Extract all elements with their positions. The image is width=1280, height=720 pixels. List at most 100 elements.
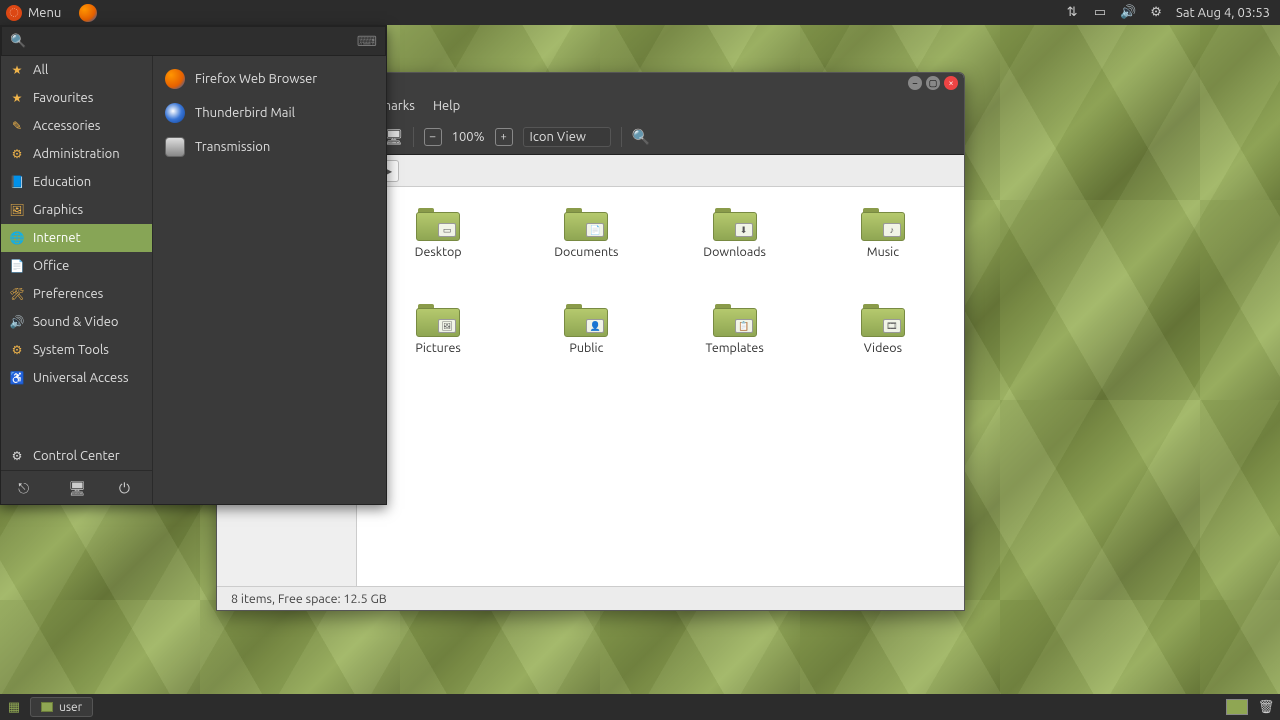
menu-help[interactable]: Help <box>433 99 460 113</box>
folder-badge-icon: 📄 <box>586 223 604 237</box>
folder-badge-icon: 🖼 <box>438 319 456 333</box>
folder-icon: 📋 <box>713 301 757 337</box>
folder-mini-icon <box>41 702 53 712</box>
category-item-education[interactable]: 📘Education <box>1 168 152 196</box>
app-item-firefox-web-browser[interactable]: Firefox Web Browser <box>153 62 386 96</box>
folder-icon: ♪ <box>861 205 905 241</box>
category-icon: 🌐 <box>9 230 25 246</box>
volume-icon[interactable]: 🔊 <box>1120 5 1136 21</box>
top-panel: ◌ Menu ⇅ ▭ 🔊 ⚙ Sat Aug 4, 03:53 <box>0 0 1280 25</box>
application-list: Firefox Web Browser Thunderbird Mail Trans… <box>153 56 386 504</box>
zoom-in-icon[interactable]: + <box>495 128 513 146</box>
network-icon[interactable]: ⇅ <box>1064 5 1080 21</box>
folder-label: Documents <box>554 245 618 259</box>
category-item-administration[interactable]: ⚙Administration <box>1 140 152 168</box>
category-item-sound-video[interactable]: 🔊 Sound & Video <box>1 308 152 336</box>
trash-icon[interactable]: 🗑 <box>1258 699 1274 715</box>
keyboard-icon[interactable]: ⌨ <box>357 33 377 50</box>
category-label: System Tools <box>33 343 109 357</box>
category-item-system-tools[interactable]: ⚙ System Tools <box>1 336 152 364</box>
category-item-graphics[interactable]: 🖼 Graphics <box>1 196 152 224</box>
folder-label: Public <box>569 341 603 355</box>
category-label: Graphics <box>33 203 83 217</box>
folder-label: Pictures <box>415 341 460 355</box>
folder-documents[interactable]: 📄 Documents <box>515 205 657 295</box>
folder-icon: ▭ <box>416 205 460 241</box>
app-label: Thunderbird Mail <box>195 106 295 120</box>
folder-downloads[interactable]: ⬇ Downloads <box>664 205 806 295</box>
category-item-universal-access[interactable]: ♿ Universal Access <box>1 364 152 392</box>
firefox-launcher-icon[interactable] <box>79 4 97 22</box>
folder-label: Videos <box>864 341 902 355</box>
workspace-switcher-icon[interactable] <box>1226 699 1248 715</box>
folder-icon: ⬇ <box>713 205 757 241</box>
folder-desktop[interactable]: ▭ Desktop <box>367 205 509 295</box>
category-item-internet[interactable]: 🌐Internet <box>1 224 152 252</box>
battery-icon[interactable]: ▭ <box>1092 5 1108 21</box>
folder-pictures[interactable]: 🖼 Pictures <box>367 301 509 391</box>
zoom-level-label: 100% <box>452 130 485 144</box>
category-label: Office <box>33 259 69 273</box>
transmission-icon <box>165 137 185 157</box>
control-center-icon: ⚙ <box>9 448 25 464</box>
folder-videos[interactable]: 🎞 Videos <box>812 301 954 391</box>
zoom-out-icon[interactable]: – <box>424 128 442 146</box>
app-label: Transmission <box>195 140 270 154</box>
category-icon: ♿ <box>9 370 25 386</box>
settings-icon[interactable]: ⚙ <box>1148 5 1164 21</box>
lock-icon[interactable]: 🖥 <box>68 480 84 496</box>
category-label: Accessories <box>33 119 100 133</box>
category-icon: ⚙ <box>9 342 25 358</box>
category-label: Favourites <box>33 91 93 105</box>
folder-icon: 🖼 <box>416 301 460 337</box>
folder-badge-icon: 👤 <box>586 319 604 333</box>
category-item-all[interactable]: ★ All <box>1 56 152 84</box>
show-desktop-icon[interactable]: ▦ <box>6 699 22 715</box>
category-icon: ★ <box>9 62 25 78</box>
window-maximize-button[interactable]: ▢ <box>926 76 940 90</box>
control-center-item[interactable]: ⚙ Control Center <box>1 442 152 470</box>
computer-icon[interactable]: 🖥 <box>385 128 403 146</box>
folder-public[interactable]: 👤 Public <box>515 301 657 391</box>
clock-label[interactable]: Sat Aug 4, 03:53 <box>1176 6 1270 20</box>
folder-badge-icon: ♪ <box>883 223 901 237</box>
folder-badge-icon: 🎞 <box>883 319 901 333</box>
logout-icon[interactable]: ⎋ <box>18 480 34 496</box>
category-label: Preferences <box>33 287 103 301</box>
menu-button-label[interactable]: Menu <box>28 6 61 20</box>
category-item-accessories[interactable]: ✎Accessories <box>1 112 152 140</box>
category-icon: 🖼 <box>9 202 25 218</box>
window-close-button[interactable]: × <box>944 76 958 90</box>
folder-label: Downloads <box>703 245 766 259</box>
folder-badge-icon: ▭ <box>438 223 456 237</box>
folder-badge-icon: ⬇ <box>735 223 753 237</box>
folder-icon: 👤 <box>564 301 608 337</box>
distributor-logo-icon[interactable]: ◌ <box>6 5 22 21</box>
menu-search-input[interactable] <box>32 34 357 48</box>
category-label: Sound & Video <box>33 315 119 329</box>
bottom-taskbar: ▦ user 🗑 <box>0 694 1280 720</box>
view-mode-select[interactable]: Icon View <box>523 127 611 147</box>
file-manager-content[interactable]: ▭ Desktop 📄 Documents ⬇ Downloads ♪Music 🖼 Pictu… <box>357 187 964 586</box>
search-icon: 🔍 <box>10 34 26 49</box>
power-icon[interactable]: ⏻ <box>119 480 135 496</box>
status-bar: 8 items, Free space: 12.5 GB <box>217 586 964 610</box>
folder-badge-icon: 📋 <box>735 319 753 333</box>
category-icon: 📘 <box>9 174 25 190</box>
window-minimize-button[interactable]: – <box>908 76 922 90</box>
category-item-preferences[interactable]: 🛠Preferences <box>1 280 152 308</box>
folder-music[interactable]: ♪Music <box>812 205 954 295</box>
folder-icon: 📄 <box>564 205 608 241</box>
category-item-office[interactable]: 📄Office <box>1 252 152 280</box>
category-icon: 🔊 <box>9 314 25 330</box>
folder-templates[interactable]: 📋Templates <box>664 301 806 391</box>
folder-label: Desktop <box>415 245 462 259</box>
category-label: Universal Access <box>33 371 128 385</box>
taskbar-window-button[interactable]: user <box>30 697 93 717</box>
firefox-icon <box>165 69 185 89</box>
app-item-transmission[interactable]: Transmission <box>153 130 386 164</box>
category-item-favourites[interactable]: ★Favourites <box>1 84 152 112</box>
app-item-thunderbird-mail[interactable]: Thunderbird Mail <box>153 96 386 130</box>
category-label: All <box>33 63 48 77</box>
search-icon[interactable]: 🔍 <box>632 128 650 146</box>
